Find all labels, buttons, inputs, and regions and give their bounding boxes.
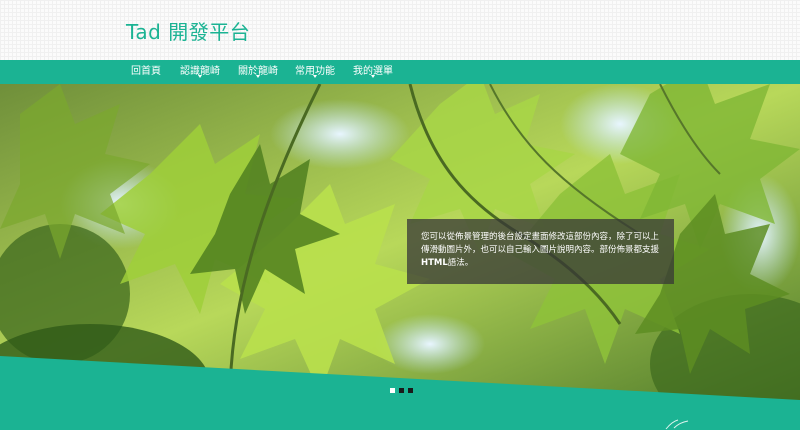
- chevron-down-icon: [256, 75, 260, 78]
- caption-suffix: 語法。: [447, 258, 474, 268]
- site-header: Tad 開發平台: [0, 0, 800, 60]
- slide-caption: 您可以從佈景管理的後台設定畫面修改這部份內容，除了可以上傳滑動圖片外，也可以自己…: [407, 219, 674, 284]
- slider-dot[interactable]: [390, 388, 395, 393]
- swoosh-icon: [665, 419, 689, 430]
- caption-text: 您可以從佈景管理的後台設定畫面修改這部份內容，除了可以上傳滑動圖片外，也可以自己…: [421, 232, 660, 255]
- nav-item-label: 回首頁: [131, 66, 161, 77]
- slide-image-maple-leaves: [0, 84, 800, 400]
- chevron-down-icon: [313, 75, 317, 78]
- nav-item-my-menu[interactable]: 我的選單: [353, 60, 393, 84]
- slider-dot[interactable]: [399, 388, 404, 393]
- chevron-down-icon: [371, 75, 375, 78]
- nav-item-know-longqi[interactable]: 認識龍崎: [180, 60, 220, 84]
- image-slider[interactable]: [0, 84, 800, 400]
- nav-item-home[interactable]: 回首頁: [131, 60, 161, 84]
- main-navigation: 回首頁 認識龍崎 關於龍崎 常用功能 我的選單: [0, 60, 800, 84]
- caption-bold: HTML: [421, 258, 448, 268]
- slider-dot[interactable]: [408, 388, 413, 393]
- chevron-down-icon: [198, 75, 202, 78]
- nav-item-about-longqi[interactable]: 關於龍崎: [238, 60, 278, 84]
- site-title[interactable]: Tad 開發平台: [126, 16, 250, 45]
- nav-item-common-functions[interactable]: 常用功能: [295, 60, 335, 84]
